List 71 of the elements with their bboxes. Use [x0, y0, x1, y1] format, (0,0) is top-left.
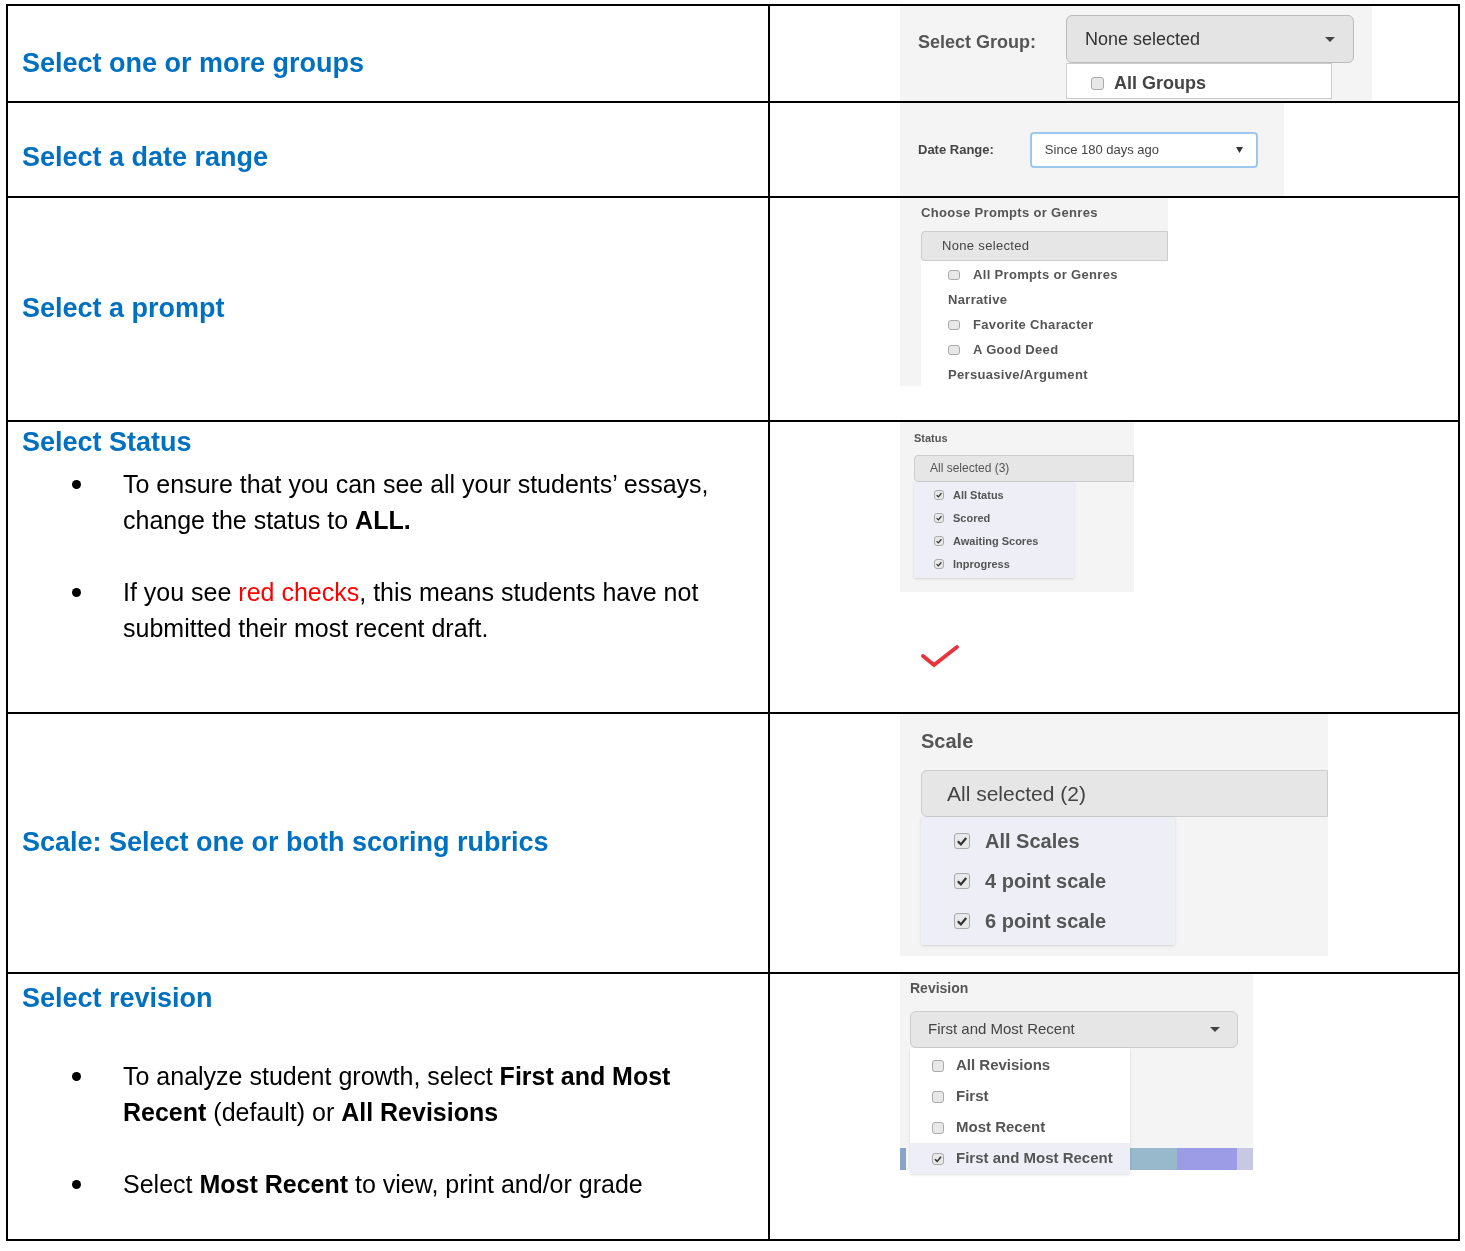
bullet-text: Select Most Recent to view, print and/or grade: [123, 1168, 643, 1200]
checkmark-icon: [935, 514, 943, 522]
filter-label: Select Group:: [918, 31, 1037, 54]
dropdown-option[interactable]: Scored: [934, 506, 1074, 530]
dropdown-select[interactable]: All selected (2): [921, 770, 1328, 817]
bullet-text: If you see red checks, this means students have not submitted their most recent draft.: [123, 576, 700, 644]
checkmark-icon: [935, 537, 943, 545]
dropdown-select[interactable]: None selected: [1066, 15, 1354, 63]
filter-label: Scale: [921, 729, 975, 754]
bullet-icon: [72, 479, 81, 489]
checkbox[interactable]: [934, 536, 944, 546]
bullet-text: To ensure that you can see all your students’ essays, change the status to ALL.: [123, 468, 710, 536]
checkbox[interactable]: [948, 270, 960, 280]
bullet-icon: [72, 1179, 81, 1189]
dropdown-option[interactable]: All Scales: [954, 821, 1175, 861]
bullet-icon: [72, 1071, 81, 1081]
filter-label: Choose Prompts or Genres: [921, 204, 1099, 222]
checkbox[interactable]: [932, 1059, 944, 1072]
caret-icon: [1325, 36, 1335, 42]
option-group-label: Persuasive/Argument: [948, 366, 1089, 385]
dropdown-option[interactable]: All Status: [934, 483, 1074, 507]
section-heading: Select Status: [22, 426, 192, 459]
checkbox[interactable]: [932, 1090, 944, 1103]
section-heading: Scale: Select one or both scoring rubrics: [22, 826, 549, 860]
checkbox[interactable]: [934, 490, 944, 500]
checkbox[interactable]: [934, 513, 944, 523]
checkbox[interactable]: [954, 873, 970, 889]
dropdown-select[interactable]: All selected (3): [914, 454, 1134, 482]
checkbox[interactable]: [948, 345, 960, 355]
dropdown-select[interactable]: First and Most Recent: [910, 1011, 1238, 1048]
dropdown-option[interactable]: A Good Deed: [948, 337, 1168, 363]
checkmark-icon: [935, 560, 943, 568]
section-heading: Select revision: [22, 982, 213, 1015]
dropdown-option[interactable]: 4 point scale: [954, 861, 1175, 901]
colored-strip: [900, 1148, 906, 1170]
dropdown-option[interactable]: All Prompts or Genres: [948, 262, 1168, 288]
checkbox[interactable]: [1091, 77, 1105, 90]
dropdown-option[interactable]: All Revisions: [910, 1050, 1130, 1081]
checkmark-icon: [955, 874, 969, 888]
dropdown-option[interactable]: Inprogress: [934, 552, 1074, 576]
checkbox[interactable]: [932, 1152, 944, 1165]
bullet-text: To analyze student growth, select First and Most Recent (default) or All Revisions: [123, 1060, 672, 1128]
section-heading: Select a prompt: [22, 292, 225, 326]
option-group-label: Narrative: [948, 291, 1009, 310]
checkbox[interactable]: [954, 913, 970, 929]
dropdown-option[interactable]: Favorite Character: [948, 312, 1168, 338]
filter-label: Status: [914, 431, 949, 446]
checkbox[interactable]: [954, 833, 970, 849]
colored-strip: [1128, 1148, 1177, 1170]
checkbox[interactable]: [932, 1121, 944, 1134]
checkmark-icon: [933, 1153, 943, 1164]
dropdown-option[interactable]: All Groups: [1091, 70, 1308, 97]
filter-label: Date Range:: [918, 140, 994, 159]
checkmark-icon: [955, 834, 969, 848]
filter-label: Revision: [910, 979, 970, 998]
dropdown-option[interactable]: Awaiting Scores: [934, 529, 1074, 553]
dropdown-select[interactable]: None selected: [921, 230, 1168, 261]
dropdown-option[interactable]: 6 point scale: [954, 901, 1175, 941]
dropdown-option[interactable]: Most Recent: [910, 1112, 1130, 1143]
dropdown-option[interactable]: First: [910, 1081, 1130, 1112]
caret-icon: [1210, 1027, 1220, 1032]
caret-icon: [1235, 146, 1243, 153]
dropdown-select[interactable]: Since 180 days ago: [1029, 131, 1258, 168]
section-heading: Select a date range: [22, 140, 269, 174]
checkmark-icon: [935, 491, 943, 499]
bullet-icon: [72, 587, 81, 597]
section-heading: Select one or more groups: [22, 46, 365, 80]
checkbox[interactable]: [934, 559, 944, 569]
checkbox[interactable]: [948, 320, 960, 330]
checkmark-icon: [955, 914, 969, 928]
dropdown-option[interactable]: First and Most Recent: [910, 1143, 1130, 1174]
